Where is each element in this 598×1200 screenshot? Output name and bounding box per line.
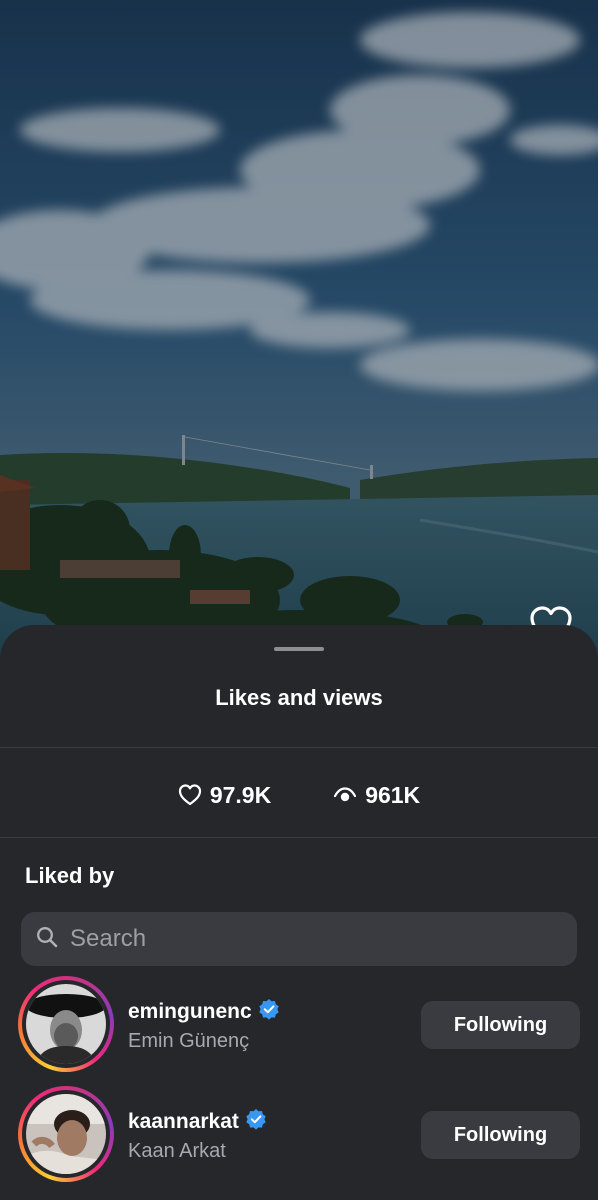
following-button[interactable]: Following xyxy=(421,1001,580,1049)
likes-count: 97.9K xyxy=(209,781,272,808)
sheet-grabber-handle[interactable] xyxy=(274,647,324,651)
username-line: emingunenc xyxy=(128,998,280,1026)
avatar-story-ring[interactable] xyxy=(18,1086,114,1182)
eye-icon xyxy=(333,785,357,805)
full-name: Emin Günenç xyxy=(128,1030,250,1052)
verified-badge-icon xyxy=(245,1108,267,1136)
likes-views-sheet: Likes and views 97.9K 961K Liked by Sear… xyxy=(0,625,598,1200)
heart-icon xyxy=(178,784,202,806)
search-bar[interactable] xyxy=(21,912,577,966)
following-button[interactable]: Following xyxy=(421,1111,580,1159)
avatar-story-ring[interactable] xyxy=(18,976,114,1072)
likes-and-views-screen: Likes and views 97.9K 961K Liked by Sear… xyxy=(0,0,598,1200)
avatar xyxy=(26,984,106,1064)
sheet-title: Likes and views xyxy=(215,685,383,710)
search-icon xyxy=(36,926,58,953)
divider xyxy=(0,837,598,838)
username[interactable]: kaannarkat xyxy=(128,1110,239,1134)
avatar xyxy=(26,1094,106,1174)
user-list-item[interactable]: emingunenc Emin Günenç Following xyxy=(0,976,598,1072)
username[interactable]: emingunenc xyxy=(128,1000,252,1024)
username-line: kaannarkat xyxy=(128,1108,267,1136)
post-photo-background xyxy=(0,0,598,680)
likes-stat: 97.9K xyxy=(178,782,271,809)
full-name: Kaan Arkat xyxy=(128,1140,226,1162)
views-stat: 961K xyxy=(333,782,420,809)
views-count: 961K xyxy=(365,781,421,808)
user-list-item[interactable]: kaannarkat Kaan Arkat Following xyxy=(0,1086,598,1182)
divider xyxy=(0,747,598,748)
search-input[interactable] xyxy=(70,925,550,953)
stats-row: 97.9K 961K xyxy=(0,775,598,815)
liked-by-heading: Liked by xyxy=(25,863,115,888)
verified-badge-icon xyxy=(258,998,280,1026)
